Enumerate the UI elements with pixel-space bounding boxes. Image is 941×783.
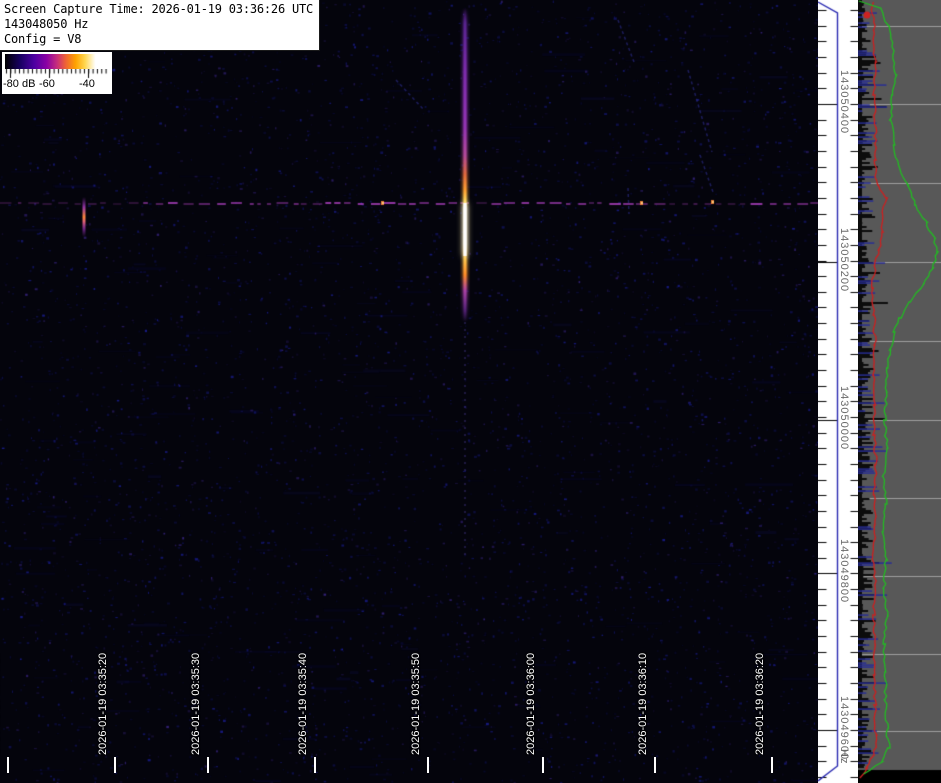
time-axis-tick <box>771 757 773 773</box>
spectrum-graph <box>858 0 941 783</box>
time-axis-label: 2026-01-19 03:35:20 <box>97 653 109 755</box>
color-scale-label: -80 dB <box>3 78 35 90</box>
time-axis-tick <box>7 757 9 773</box>
frequency-axis: 1430504001430502001430500001430498001430… <box>818 0 858 783</box>
time-axis-label: 2026-01-19 03:35:50 <box>410 653 422 755</box>
time-axis-label: 2026-01-19 03:35:30 <box>190 653 202 755</box>
time-axis-tick <box>427 757 429 773</box>
time-axis-label: 2026-01-19 03:36:20 <box>754 653 766 755</box>
color-scale-label: -60 <box>39 78 55 90</box>
capture-info-box: Screen Capture Time: 2026-01-19 03:36:26… <box>0 0 320 51</box>
color-scale-label: -40 <box>79 78 95 90</box>
frequency-axis-label: 143050000 <box>838 386 850 450</box>
frequency-axis-label: 143050200 <box>838 228 850 292</box>
amplitude-color-scale: -80 dB -60 -40 <box>2 52 112 94</box>
time-axis-tick <box>654 757 656 773</box>
color-gradient-bar <box>5 54 109 69</box>
frequency-axis-label: 143049800 <box>838 539 850 603</box>
frequency-axis-label: 143050400 <box>838 70 850 134</box>
capture-time-text: Screen Capture Time: 2026-01-19 03:36:26… <box>4 2 313 17</box>
waterfall-spectrogram <box>0 0 818 783</box>
time-axis-tick <box>314 757 316 773</box>
capture-config-text: Config = V8 <box>4 32 313 47</box>
time-axis-label: 2026-01-19 03:35:10 <box>0 653 2 755</box>
capture-frequency-text: 143048050 Hz <box>4 17 313 32</box>
time-axis-tick <box>542 757 544 773</box>
time-axis-tick <box>114 757 116 773</box>
spectrum-lab-screen-capture: Screen Capture Time: 2026-01-19 03:36:26… <box>0 0 941 783</box>
time-axis-tick <box>207 757 209 773</box>
time-axis-label: 2026-01-19 03:36:10 <box>637 653 649 755</box>
frequency-axis-unit: Hz <box>838 749 850 764</box>
time-axis-label: 2026-01-19 03:35:40 <box>297 653 309 755</box>
time-axis-label: 2026-01-19 03:36:00 <box>525 653 537 755</box>
